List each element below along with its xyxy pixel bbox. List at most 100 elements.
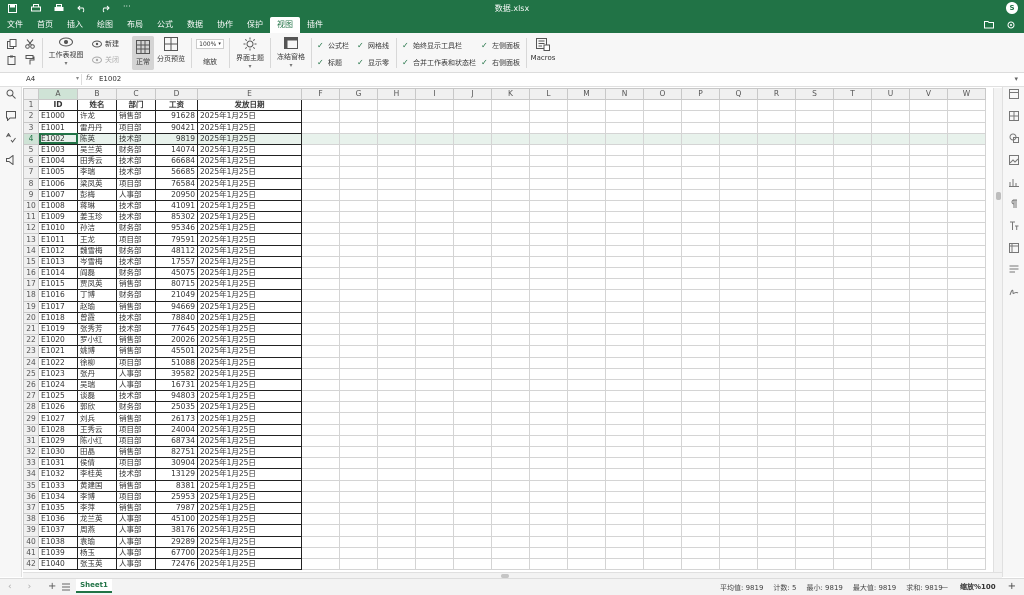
table-cell[interactable]: E1016	[38, 289, 78, 302]
empty-cell[interactable]	[757, 546, 796, 559]
interface-theme-button[interactable]: 界面主题 ▾	[234, 37, 266, 70]
empty-cell[interactable]	[795, 177, 834, 190]
table-cell[interactable]: 技术部	[116, 211, 156, 224]
empty-cell[interactable]	[529, 166, 568, 179]
table-cell[interactable]: 郭欣	[77, 401, 117, 414]
table-cell[interactable]: 周燕	[77, 524, 117, 537]
right-panel-checkbox[interactable]: ✓ 右侧面板	[481, 58, 520, 68]
empty-cell[interactable]	[681, 457, 720, 470]
empty-cell[interactable]	[795, 278, 834, 291]
empty-cell[interactable]	[377, 535, 416, 548]
empty-cell[interactable]	[871, 199, 910, 213]
empty-cell[interactable]	[947, 222, 986, 235]
empty-cell[interactable]	[681, 535, 720, 548]
empty-cell[interactable]	[529, 445, 568, 459]
empty-cell[interactable]	[757, 445, 796, 459]
empty-cell[interactable]	[833, 412, 872, 425]
row-header[interactable]: 1	[23, 99, 39, 112]
empty-cell[interactable]	[833, 266, 872, 280]
column-header[interactable]: W	[947, 88, 986, 101]
table-cell[interactable]: 30904	[155, 457, 198, 470]
empty-cell[interactable]	[833, 199, 872, 213]
empty-cell[interactable]	[795, 99, 834, 112]
empty-cell[interactable]	[453, 211, 492, 224]
table-cell[interactable]: 彭梅	[77, 189, 117, 201]
empty-cell[interactable]	[833, 143, 872, 157]
table-settings-icon[interactable]	[1009, 111, 1019, 121]
empty-cell[interactable]	[339, 378, 378, 392]
empty-cell[interactable]	[301, 535, 340, 548]
table-cell[interactable]: 项目部	[116, 122, 156, 134]
row-header[interactable]: 12	[23, 222, 39, 235]
row-header[interactable]: 13	[23, 233, 39, 246]
table-cell[interactable]: E1007	[38, 189, 78, 201]
table-cell[interactable]: 2025年1月25日	[197, 278, 302, 291]
empty-cell[interactable]	[757, 110, 796, 123]
table-cell[interactable]: E1020	[38, 334, 78, 347]
row-header[interactable]: 26	[23, 378, 39, 392]
empty-cell[interactable]	[795, 155, 834, 168]
empty-cell[interactable]	[719, 390, 758, 403]
empty-cell[interactable]	[643, 524, 682, 537]
empty-cell[interactable]	[415, 121, 454, 134]
table-cell[interactable]: 丁博	[77, 289, 117, 302]
empty-cell[interactable]	[681, 311, 720, 324]
table-cell[interactable]: 2025年1月25日	[197, 110, 302, 123]
empty-cell[interactable]	[719, 266, 758, 280]
gridlines-checkbox[interactable]: ✓ 网格线	[357, 41, 389, 51]
empty-cell[interactable]	[339, 322, 378, 336]
empty-cell[interactable]	[643, 457, 682, 470]
empty-cell[interactable]	[491, 378, 530, 392]
empty-cell[interactable]	[301, 233, 340, 246]
empty-cell[interactable]	[529, 199, 568, 213]
empty-cell[interactable]	[643, 479, 682, 492]
empty-cell[interactable]	[339, 166, 378, 179]
empty-cell[interactable]	[833, 401, 872, 414]
empty-cell[interactable]	[795, 110, 834, 123]
empty-cell[interactable]	[681, 155, 720, 168]
table-cell[interactable]: 魏雪梅	[77, 245, 117, 257]
empty-cell[interactable]	[719, 244, 758, 257]
empty-cell[interactable]	[415, 501, 454, 515]
empty-cell[interactable]	[719, 110, 758, 123]
table-cell[interactable]: 2025年1月25日	[197, 390, 302, 403]
empty-cell[interactable]	[909, 278, 948, 291]
empty-cell[interactable]	[377, 278, 416, 291]
empty-cell[interactable]	[909, 311, 948, 324]
empty-cell[interactable]	[795, 266, 834, 280]
empty-cell[interactable]	[529, 501, 568, 515]
empty-cell[interactable]	[567, 222, 606, 235]
table-cell[interactable]: 销售部	[116, 110, 156, 123]
row-header[interactable]: 29	[23, 412, 39, 425]
empty-cell[interactable]	[643, 255, 682, 269]
table-cell[interactable]: 技术部	[116, 200, 156, 213]
empty-cell[interactable]	[453, 479, 492, 492]
empty-cell[interactable]	[339, 468, 378, 481]
table-cell[interactable]: 李瑞	[77, 166, 117, 179]
empty-cell[interactable]	[681, 121, 720, 134]
empty-cell[interactable]	[947, 255, 986, 269]
row-header[interactable]: 37	[23, 501, 39, 515]
table-cell[interactable]: 田秀云	[77, 155, 117, 168]
empty-cell[interactable]	[453, 457, 492, 470]
empty-cell[interactable]	[795, 244, 834, 257]
empty-cell[interactable]	[833, 177, 872, 190]
shape-settings-icon[interactable]	[1009, 133, 1019, 143]
empty-cell[interactable]	[529, 188, 568, 201]
header-cell[interactable]: 姓名	[77, 99, 117, 112]
empty-cell[interactable]	[833, 445, 872, 459]
empty-cell[interactable]	[833, 479, 872, 492]
empty-cell[interactable]	[377, 457, 416, 470]
empty-cell[interactable]	[643, 266, 682, 280]
empty-cell[interactable]	[681, 132, 720, 145]
empty-cell[interactable]	[757, 390, 796, 403]
table-cell[interactable]: 9819	[155, 133, 198, 145]
empty-cell[interactable]	[339, 401, 378, 414]
table-cell[interactable]: 21049	[155, 289, 198, 302]
empty-cell[interactable]	[415, 177, 454, 190]
empty-cell[interactable]	[377, 334, 416, 347]
table-cell[interactable]: 技术部	[116, 155, 156, 168]
empty-cell[interactable]	[491, 143, 530, 157]
table-cell[interactable]: 91628	[155, 110, 198, 123]
table-cell[interactable]: E1002	[38, 133, 78, 145]
